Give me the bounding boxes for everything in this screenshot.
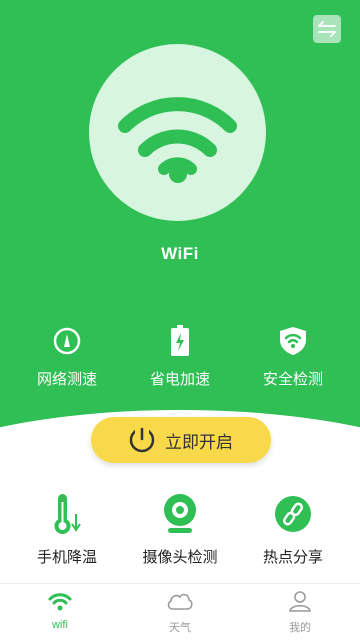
camera-icon <box>164 494 196 533</box>
power-icon <box>129 427 155 453</box>
person-icon <box>289 591 311 612</box>
tab-label: 天气 <box>169 622 191 634</box>
wifi-icon <box>48 593 72 611</box>
start-button-label: 立即开启 <box>165 432 233 452</box>
start-now-button[interactable]: 立即开启 <box>91 417 271 463</box>
tab-mine[interactable]: 我的 <box>260 590 340 635</box>
cloud-icon <box>167 593 193 610</box>
hero-section: WiFi 网络测速 省电加速 安全检测 <box>0 0 360 440</box>
tab-label: 我的 <box>289 622 311 634</box>
wifi-title: WiFi <box>161 244 199 263</box>
feature-label: 手机降温 <box>36 549 97 566</box>
bottom-tab-bar: wifi 天气 我的 <box>0 583 360 641</box>
switch-button[interactable] <box>313 15 341 43</box>
tab-label: wifi <box>52 619 68 631</box>
tab-wifi[interactable]: wifi <box>20 590 100 631</box>
feature-label: 热点分享 <box>262 549 323 566</box>
swap-arrows-icon <box>318 21 336 37</box>
feature-label: 摄像头检测 <box>142 549 218 566</box>
speedometer-icon <box>53 327 81 355</box>
feature-speed-test[interactable]: 网络测速 <box>12 324 122 389</box>
feature-phone-cooling[interactable]: 手机降温 <box>12 492 122 567</box>
battery-icon <box>171 325 189 356</box>
feature-camera-detect[interactable]: 摄像头检测 <box>125 492 235 567</box>
wifi-big-icon <box>118 97 237 183</box>
feature-hotspot-share[interactable]: 热点分享 <box>238 492 348 567</box>
tab-weather[interactable]: 天气 <box>140 590 220 635</box>
feature-security-check[interactable]: 安全检测 <box>238 324 348 389</box>
feature-power-saving[interactable]: 省电加速 <box>125 324 235 389</box>
thermometer-icon <box>54 494 81 534</box>
feature-label: 安全检测 <box>262 371 323 388</box>
feature-label: 省电加速 <box>149 371 210 388</box>
shield-wifi-icon <box>280 327 306 355</box>
wifi-connect-circle[interactable] <box>89 44 266 221</box>
feature-label: 网络测速 <box>36 371 97 388</box>
link-icon <box>275 496 311 532</box>
